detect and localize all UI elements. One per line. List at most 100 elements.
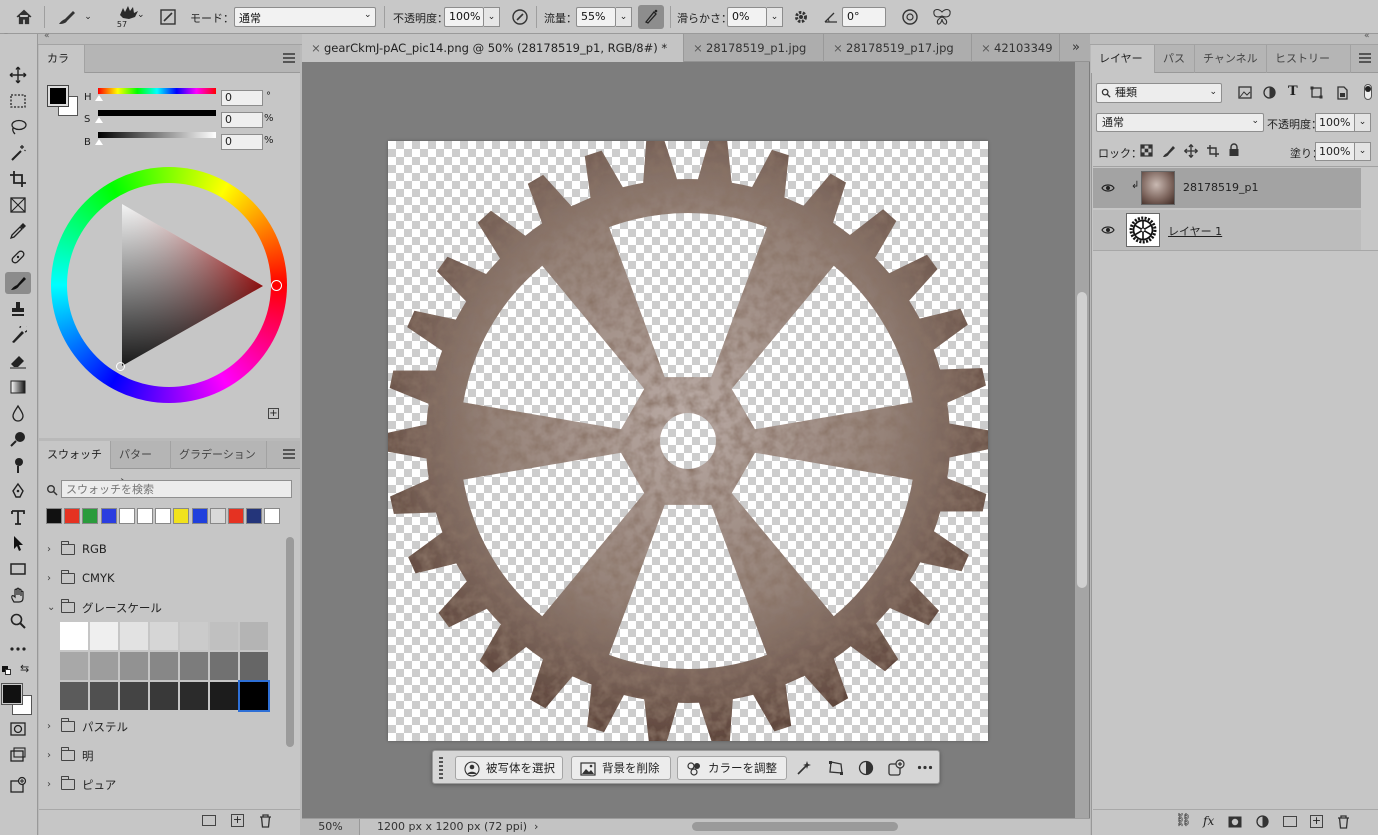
grayscale-swatch[interactable] [120,682,148,710]
swap-colors-icon[interactable]: ⇆ [20,662,29,675]
brush-settings-toggle[interactable] [156,5,180,29]
layer-mask-icon[interactable] [1228,816,1242,828]
new-group-icon[interactable] [1283,816,1297,827]
more-tabs-icon[interactable]: » [1072,40,1080,55]
color-triangle[interactable] [110,198,270,370]
fill-dropdown[interactable]: ⌄ [1355,142,1371,161]
new-swatch-icon[interactable]: + [231,814,244,827]
tab-layers[interactable]: レイヤー [1091,45,1155,73]
new-layer-icon[interactable]: + [1310,815,1323,828]
swatch-folder-rgb[interactable]: › RGB [40,536,285,564]
hue-slider-handle[interactable] [95,95,103,101]
color-swatch[interactable] [100,508,117,524]
quick-mask-icon[interactable] [5,718,31,740]
dodge-tool-icon[interactable] [5,428,31,450]
type-filter-icon[interactable]: T [1288,84,1298,99]
color-swatch[interactable] [264,508,281,524]
flow-dropdown[interactable]: ⌄ [616,7,632,27]
color-swatch[interactable] [191,508,208,524]
panel-menu-icon[interactable] [283,53,295,63]
rectangle-tool-icon[interactable] [5,558,31,580]
layer-name[interactable]: レイヤー 1 [1168,223,1222,239]
grayscale-swatch[interactable] [60,652,88,680]
adjustment-filter-icon[interactable] [1263,86,1276,99]
lock-image-pixels-icon[interactable] [1162,144,1176,158]
color-swatch[interactable] [64,508,81,524]
tab-gradients[interactable]: グラデーション [171,441,267,469]
color-swatch[interactable] [173,508,190,524]
layer-opacity-dropdown[interactable]: ⌄ [1355,113,1371,132]
brightness-slider-handle[interactable] [95,139,103,145]
grayscale-swatch[interactable] [150,682,178,710]
panel-menu-icon[interactable] [1359,53,1371,63]
foreground-color-swatch[interactable] [1,683,23,705]
trash-icon[interactable] [259,814,272,828]
grayscale-swatch[interactable] [120,652,148,680]
fill-field[interactable]: 100% [1315,142,1355,161]
smoothing-field[interactable]: 0% [727,7,767,27]
color-swatch[interactable] [137,508,153,524]
color-swatch[interactable] [228,508,244,524]
opacity-dropdown[interactable]: ⌄ [484,7,500,27]
add-swatch-icon[interactable]: + [268,408,279,419]
close-icon[interactable]: × [978,34,994,62]
adjust-color-button[interactable]: カラーを調整 [677,756,787,780]
grayscale-swatch[interactable] [180,652,208,680]
grayscale-swatch[interactable] [210,652,238,680]
layer-row-selected[interactable]: ↲ 28178519_p1 [1093,168,1361,208]
new-group-folder-icon[interactable] [202,815,216,826]
opacity-field[interactable]: 100% [444,7,484,27]
move-tool-icon[interactable] [5,64,31,86]
pen-tool-icon[interactable] [5,480,31,502]
more-options-icon[interactable] [917,765,933,770]
swatch-folder-pastel[interactable]: › パステル [40,713,285,741]
saturation-field[interactable]: 0 [221,112,263,128]
hue-field[interactable]: 0 [221,90,263,106]
grayscale-swatch[interactable] [120,622,148,650]
smoothing-dropdown[interactable]: ⌄ [767,7,783,27]
close-icon[interactable]: × [830,34,846,62]
trash-icon[interactable] [1337,815,1350,829]
lock-all-icon[interactable] [1228,143,1240,157]
hand-tool-icon[interactable] [5,584,31,606]
tab-patterns[interactable]: パターン [111,441,171,489]
angle-field[interactable]: 0° [842,7,886,27]
grayscale-swatch[interactable] [180,622,208,650]
grayscale-swatch[interactable] [90,622,118,650]
grayscale-swatch[interactable] [150,622,178,650]
generative-layer-icon[interactable] [5,774,31,796]
grayscale-swatch[interactable] [240,652,268,680]
burn-tool-icon[interactable] [5,454,31,476]
crop-tool-icon[interactable] [5,168,31,190]
close-icon[interactable]: × [690,34,706,62]
healing-brush-tool-icon[interactable] [5,246,31,268]
clone-stamp-tool-icon[interactable] [5,298,31,320]
tab-paths[interactable]: パス [1155,45,1195,73]
horizontal-scrollbar-thumb[interactable] [692,822,898,831]
lasso-tool-icon[interactable] [5,116,31,138]
eye-icon[interactable] [1101,225,1115,235]
pixel-layer-filter-icon[interactable] [1238,86,1252,99]
transform-icon[interactable] [828,760,844,776]
collapse-arrows-icon[interactable]: « [1364,31,1370,41]
lock-artboard-icon[interactable] [1206,144,1220,158]
swatch-folder-grayscale[interactable]: ⌄ グレースケール [40,594,285,622]
layer-opacity-field[interactable]: 100% [1315,113,1355,132]
doc-tab[interactable]: × 42103349 [972,34,1060,62]
vertical-scrollbar-thumb[interactable] [1077,292,1087,588]
drag-handle-icon[interactable] [439,757,443,779]
layer-thumbnail[interactable] [1141,171,1175,205]
close-icon[interactable]: × [308,34,324,62]
brush-tool-icon[interactable] [5,272,31,294]
blend-mode-select[interactable]: 通常 ⌄ [1096,113,1264,132]
generative-fill-icon[interactable] [887,759,905,777]
gradient-tool-icon[interactable] [5,376,31,398]
blur-tool-icon[interactable] [5,402,31,424]
screen-mode-icon[interactable] [5,744,31,766]
color-handle[interactable] [116,362,125,371]
home-icon[interactable] [10,5,38,29]
hue-slider[interactable] [98,88,216,94]
color-swatch[interactable] [118,508,135,524]
layer-row[interactable]: レイヤー 1 [1093,210,1361,250]
color-swatch[interactable] [46,508,62,524]
